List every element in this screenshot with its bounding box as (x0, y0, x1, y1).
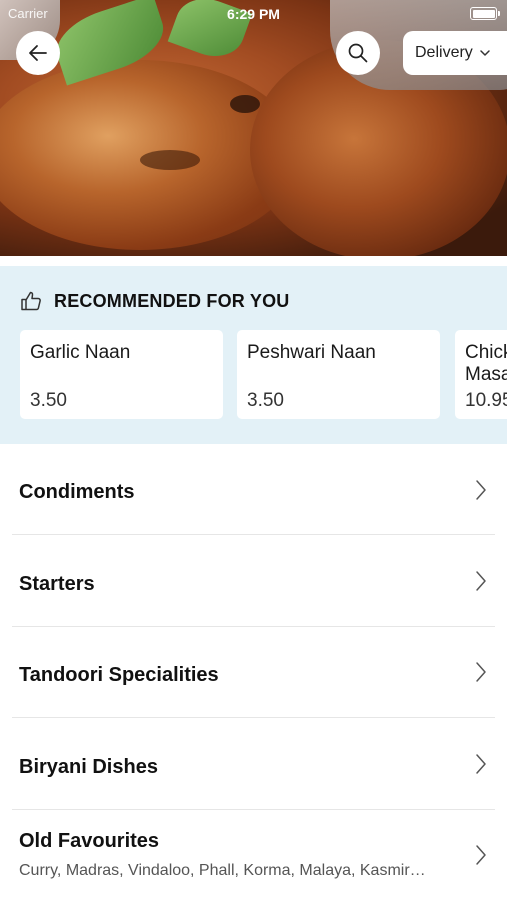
item-name: Peshwari Naan (247, 342, 376, 363)
item-name: Chicken Masala (465, 342, 507, 385)
item-price: 3.50 (30, 390, 67, 411)
chevron-right-icon (475, 570, 487, 597)
item-name: Garlic Naan (30, 342, 131, 363)
recommended-item-card[interactable]: Peshwari Naan 3.50 (237, 330, 440, 419)
status-time: 6:29 PM (227, 6, 280, 22)
category-subtitle: Curry, Madras, Vindaloo, Phall, Korma, M… (19, 862, 426, 879)
recommended-header: RECOMMENDED FOR YOU (20, 290, 289, 312)
back-button[interactable] (16, 31, 60, 75)
category-row-starters[interactable]: Starters (12, 535, 495, 627)
chevron-right-icon (475, 661, 487, 688)
arrow-left-icon (27, 42, 49, 64)
delivery-mode-dropdown[interactable]: Delivery (403, 31, 507, 75)
category-row-old-favourites[interactable]: Old Favourites Curry, Madras, Vindaloo, … (12, 810, 495, 900)
search-icon (347, 42, 369, 64)
battery-icon (470, 7, 500, 20)
category-label: Old Favourites (19, 830, 160, 852)
category-label: Biryani Dishes (19, 756, 158, 778)
search-button[interactable] (336, 31, 380, 75)
category-row-biryani-dishes[interactable]: Biryani Dishes (12, 718, 495, 810)
chevron-down-icon (479, 49, 491, 57)
recommended-title: RECOMMENDED FOR YOU (54, 290, 290, 311)
delivery-label: Delivery (415, 44, 473, 61)
thumbs-up-icon (20, 290, 44, 312)
category-row-tandoori-specialities[interactable]: Tandoori Specialities (12, 627, 495, 718)
recommended-item-card[interactable]: Chicken Masala 10.95 (455, 330, 507, 419)
category-row-condiments[interactable]: Condiments (12, 444, 495, 535)
category-label: Tandoori Specialities (19, 664, 219, 686)
status-bar: Carrier 6:29 PM (0, 0, 507, 28)
item-price: 10.95 (465, 390, 507, 411)
category-label: Starters (19, 573, 95, 595)
item-price: 3.50 (247, 390, 284, 411)
chevron-right-icon (475, 753, 487, 780)
category-label: Condiments (19, 481, 135, 503)
chevron-right-icon (475, 844, 487, 871)
recommended-section: RECOMMENDED FOR YOU Garlic Naan 3.50 Pes… (0, 266, 507, 444)
chevron-right-icon (475, 479, 487, 506)
recommended-item-card[interactable]: Garlic Naan 3.50 (20, 330, 223, 419)
